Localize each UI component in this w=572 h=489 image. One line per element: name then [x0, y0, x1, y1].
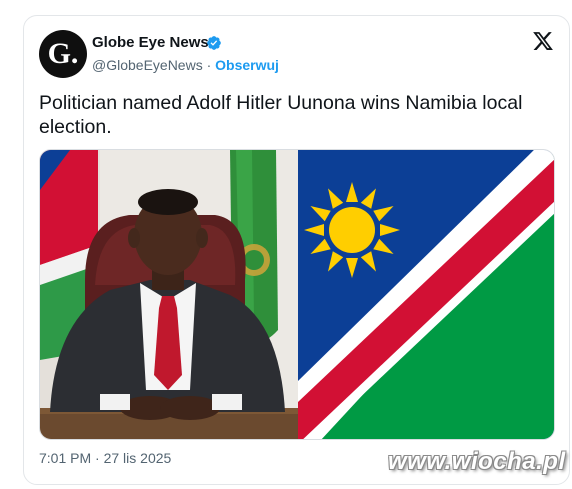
tweet-timestamp[interactable]: 7:01 PM · 27 lis 2025 [39, 450, 171, 466]
politician-photo[interactable] [40, 150, 298, 440]
author-avatar[interactable]: G. [39, 30, 87, 78]
watermark: www.wiocha.pl [388, 448, 566, 475]
author-name[interactable]: Globe Eye News [92, 34, 209, 51]
verified-badge-icon [207, 36, 221, 50]
author-handle[interactable]: @GlobeEyeNews [92, 57, 203, 73]
tweet-media[interactable] [39, 149, 555, 440]
handle-row: @GlobeEyeNews · Obserwuj [92, 57, 279, 73]
tweet-text: Politician named Adolf Hitler Uunona win… [39, 92, 523, 138]
separator: · [206, 57, 212, 73]
avatar-logo: G. [47, 37, 79, 70]
follow-button[interactable]: Obserwuj [215, 57, 279, 73]
x-logo-icon[interactable] [532, 30, 554, 52]
namibia-flag-image[interactable] [298, 150, 555, 440]
